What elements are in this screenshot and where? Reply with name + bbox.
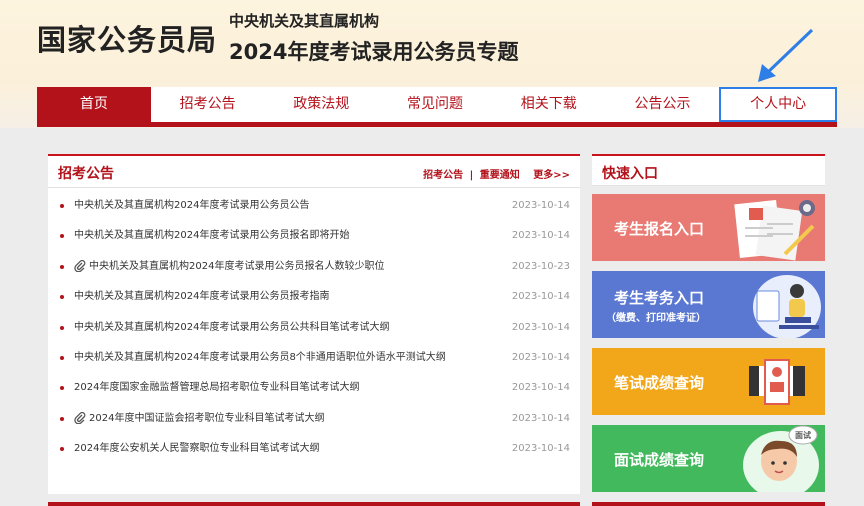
item-title[interactable]: 中央机关及其直属机构2024年度考试录用公务员公告 [74, 200, 309, 211]
item-date: 2023-10-14 [511, 382, 570, 394]
bullet-icon [60, 416, 64, 421]
tab-separator: | [469, 170, 474, 181]
subtitle-line1: 中央机关及其直属机构 [229, 12, 380, 30]
item-date: 2023-10-14 [511, 351, 570, 363]
nav-notices[interactable]: 招考公告 [151, 87, 265, 122]
pointer-arrow-icon [758, 28, 814, 82]
register-entry-label: 考生报名入口 [614, 220, 705, 238]
list-item[interactable]: 2024年度中国证监会招考职位专业科目笔试考试大纲 2023-10-14 [48, 404, 580, 434]
notices-title: 招考公告 [58, 166, 114, 182]
interview-score-label: 面试成绩查询 [614, 451, 705, 469]
item-date: 2023-10-14 [511, 321, 570, 333]
attachment-icon [74, 259, 86, 272]
nav-faq[interactable]: 常见问题 [378, 87, 492, 122]
item-date: 2023-10-14 [511, 443, 570, 455]
item-title[interactable]: 2024年度国家金融监督管理总局招考职位专业科目笔试考试大纲 [74, 382, 359, 393]
written-score-label: 笔试成绩查询 [614, 374, 705, 392]
document-form-icon [734, 199, 815, 261]
written-score-entry-button[interactable]: 笔试成绩查询 [592, 348, 825, 415]
item-date: 2023-10-14 [511, 230, 570, 242]
item-date: 2023-10-14 [511, 412, 570, 424]
bottom-divider-right [592, 502, 825, 506]
more-link[interactable]: 更多>> [533, 170, 570, 181]
nav-policies[interactable]: 政策法规 [264, 87, 378, 122]
subtitle-line2: 2024年度考试录用公务员专题 [229, 40, 519, 64]
notices-list: 中央机关及其直属机构2024年度考试录用公务员公告 2023-10-14 中央机关… [48, 191, 580, 465]
nav-announcements[interactable]: 公告公示 [606, 87, 720, 122]
bullet-icon [60, 264, 64, 269]
bullet-icon [60, 355, 64, 360]
interview-badge-text: 面试 [795, 430, 811, 440]
main-nav: 首页 招考公告 政策法规 常见问题 相关下载 公告公示 个人中心 [37, 87, 838, 127]
bullet-icon [60, 447, 64, 452]
tab-notices[interactable]: 招考公告 [423, 170, 463, 181]
nav-personal-center[interactable]: 个人中心 [719, 87, 838, 122]
item-title[interactable]: 中央机关及其直属机构2024年度考试录用公务员公共科目笔试考试大纲 [74, 322, 389, 333]
nav-downloads[interactable]: 相关下载 [492, 87, 606, 122]
bullet-icon [60, 204, 64, 208]
interview-person-icon: 面试 [743, 425, 819, 492]
notices-panel-header: 招考公告 招考公告 | 重要通知 更多>> [48, 156, 580, 188]
list-item[interactable]: 中央机关及其直属机构2024年度考试录用公务员报名即将开始 2023-10-14 [48, 221, 580, 251]
bullet-icon [60, 386, 64, 391]
list-item[interactable]: 中央机关及其直属机构2024年度考试录用公务员公共科目笔试考试大纲 2023-10… [48, 313, 580, 343]
list-item[interactable]: 中央机关及其直属机构2024年度考试录用公务员报名人数较少职位 2023-10-2… [48, 252, 580, 282]
item-date: 2023-10-14 [511, 200, 570, 211]
item-date: 2023-10-14 [511, 291, 570, 303]
item-title[interactable]: 中央机关及其直属机构2024年度考试录用公务员报考指南 [74, 291, 329, 302]
bullet-icon [60, 295, 64, 300]
attachment-icon [74, 411, 86, 424]
item-title[interactable]: 2024年度中国证监会招考职位专业科目笔试考试大纲 [89, 413, 324, 424]
list-item[interactable]: 中央机关及其直属机构2024年度考试录用公务员8个非通用语职位外语水平测试大纲 2… [48, 343, 580, 373]
register-entry-button[interactable]: 考生报名入口 [592, 194, 825, 261]
list-item[interactable]: 2024年度公安机关人民警察职位专业科目笔试考试大纲 2023-10-14 [48, 434, 580, 464]
computer-user-icon [753, 275, 821, 338]
nav-home[interactable]: 首页 [37, 87, 151, 122]
bullet-icon [60, 234, 64, 239]
exam-affairs-sublabel: （缴费、打印准考证） [606, 313, 706, 324]
exam-affairs-entry-button[interactable]: 考生考务入口 （缴费、打印准考证） [592, 271, 825, 338]
list-item[interactable]: 中央机关及其直属机构2024年度考试录用公务员公告 2023-10-14 [48, 191, 580, 221]
list-item[interactable]: 2024年度国家金融监督管理总局招考职位专业科目笔试考试大纲 2023-10-14 [48, 373, 580, 403]
item-title[interactable]: 中央机关及其直属机构2024年度考试录用公务员报名人数较少职位 [89, 261, 384, 272]
item-date: 2023-10-23 [511, 260, 570, 272]
score-report-icon [749, 359, 805, 405]
site-name[interactable]: 国家公务员局 [37, 17, 217, 59]
notices-tabs: 招考公告 | 重要通知 更多>> [423, 166, 570, 181]
item-title[interactable]: 中央机关及其直属机构2024年度考试录用公务员报名即将开始 [74, 230, 349, 241]
item-title[interactable]: 中央机关及其直属机构2024年度考试录用公务员8个非通用语职位外语水平测试大纲 [74, 352, 446, 363]
quick-entry-header: 快速入口 [592, 154, 825, 186]
bullet-icon [60, 325, 64, 330]
exam-affairs-label: 考生考务入口 [614, 289, 705, 307]
list-item[interactable]: 中央机关及其直属机构2024年度考试录用公务员报考指南 2023-10-14 [48, 282, 580, 312]
notices-panel: 招考公告 招考公告 | 重要通知 更多>> 中央机关及其直属机构2024年度考试… [48, 154, 580, 494]
interview-score-entry-button[interactable]: 面试成绩查询 面试 [592, 425, 825, 492]
quick-entry-panel: 快速入口 考生报名入口 考生考务入口 （缴费、打印准考证） 笔试成绩查询 面试成… [592, 154, 825, 494]
tab-important[interactable]: 重要通知 [480, 170, 520, 181]
item-title[interactable]: 2024年度公安机关人民警察职位专业科目笔试考试大纲 [74, 443, 319, 454]
quick-entry-title: 快速入口 [602, 166, 658, 182]
bottom-divider [48, 502, 580, 506]
